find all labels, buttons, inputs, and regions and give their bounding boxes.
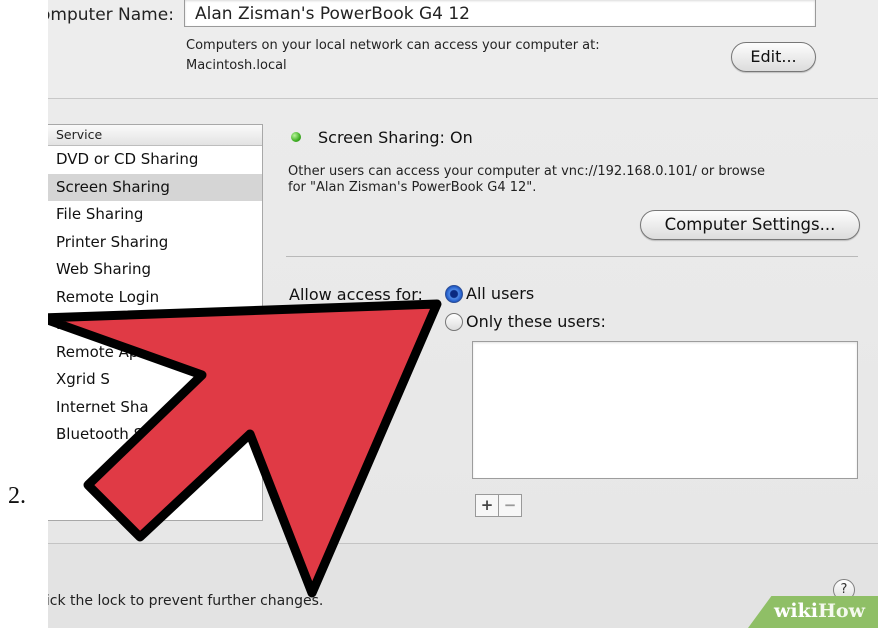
service-item-printer-sharing[interactable]: Printer Sharing <box>48 229 262 257</box>
users-list-box[interactable] <box>472 341 858 479</box>
status-indicator-icon <box>291 132 301 142</box>
computer-settings-button[interactable]: Computer Settings... <box>640 210 860 240</box>
sharing-preferences-panel: omputer Name: Alan Zisman's PowerBook G4… <box>48 0 878 628</box>
wikihow-logo-how: How <box>817 600 865 622</box>
allow-access-label: Allow access for: <box>289 285 423 304</box>
edit-button[interactable]: Edit... <box>731 42 816 72</box>
service-list: Service DVD or CD Sharing Screen Sharing… <box>48 124 263 521</box>
network-address-text: Macintosh.local <box>186 58 287 73</box>
status-text: Screen Sharing: On <box>318 128 473 147</box>
status-description-line2: for "Alan Zisman's PowerBook G4 12". <box>288 180 537 195</box>
service-item-remote-management[interactable]: Remote Management <box>48 311 262 339</box>
section-divider <box>48 98 878 99</box>
computer-name-label: omputer Name: <box>48 5 174 25</box>
service-item-web-sharing[interactable]: Web Sharing <box>48 256 262 284</box>
service-item-remote-login[interactable]: Remote Login <box>48 284 262 312</box>
only-these-users-radio[interactable] <box>445 313 463 331</box>
footer-bar <box>48 544 878 628</box>
all-users-label[interactable]: All users <box>466 284 534 303</box>
remove-user-button[interactable]: − <box>498 495 521 516</box>
wikihow-logo: wikiHow <box>774 600 865 622</box>
network-access-text: Computers on your local network can acce… <box>186 38 600 53</box>
only-these-users-label[interactable]: Only these users: <box>466 312 606 331</box>
add-user-button[interactable]: + <box>476 495 498 516</box>
computer-name-field[interactable]: Alan Zisman's PowerBook G4 12 <box>184 0 816 27</box>
service-item-dvd-cd-sharing[interactable]: DVD or CD Sharing <box>48 146 262 174</box>
service-item-xgrid-sharing[interactable]: Xgrid S <box>48 366 262 394</box>
computer-name-value: Alan Zisman's PowerBook G4 12 <box>195 4 470 24</box>
add-remove-buttons: + − <box>475 494 522 517</box>
step-number: 2. <box>8 483 26 509</box>
all-users-radio[interactable] <box>445 285 463 303</box>
section-divider <box>286 256 858 257</box>
computer-name-section: omputer Name: Alan Zisman's PowerBook G4… <box>48 0 878 98</box>
service-item-file-sharing[interactable]: File Sharing <box>48 201 262 229</box>
wikihow-logo-wiki: wiki <box>774 600 818 622</box>
service-item-internet-sharing[interactable]: Internet Sha <box>48 394 262 422</box>
service-column-header[interactable]: Service <box>48 125 262 146</box>
service-item-bluetooth-sharing[interactable]: Bluetooth Shari <box>48 421 262 449</box>
status-description-line1: Other users can access your computer at … <box>288 164 766 179</box>
lock-hint-text: lick the lock to prevent further changes… <box>48 593 324 609</box>
service-item-screen-sharing[interactable]: Screen Sharing <box>48 173 262 201</box>
service-item-remote-apple-events[interactable]: Remote Ap <box>48 339 262 367</box>
